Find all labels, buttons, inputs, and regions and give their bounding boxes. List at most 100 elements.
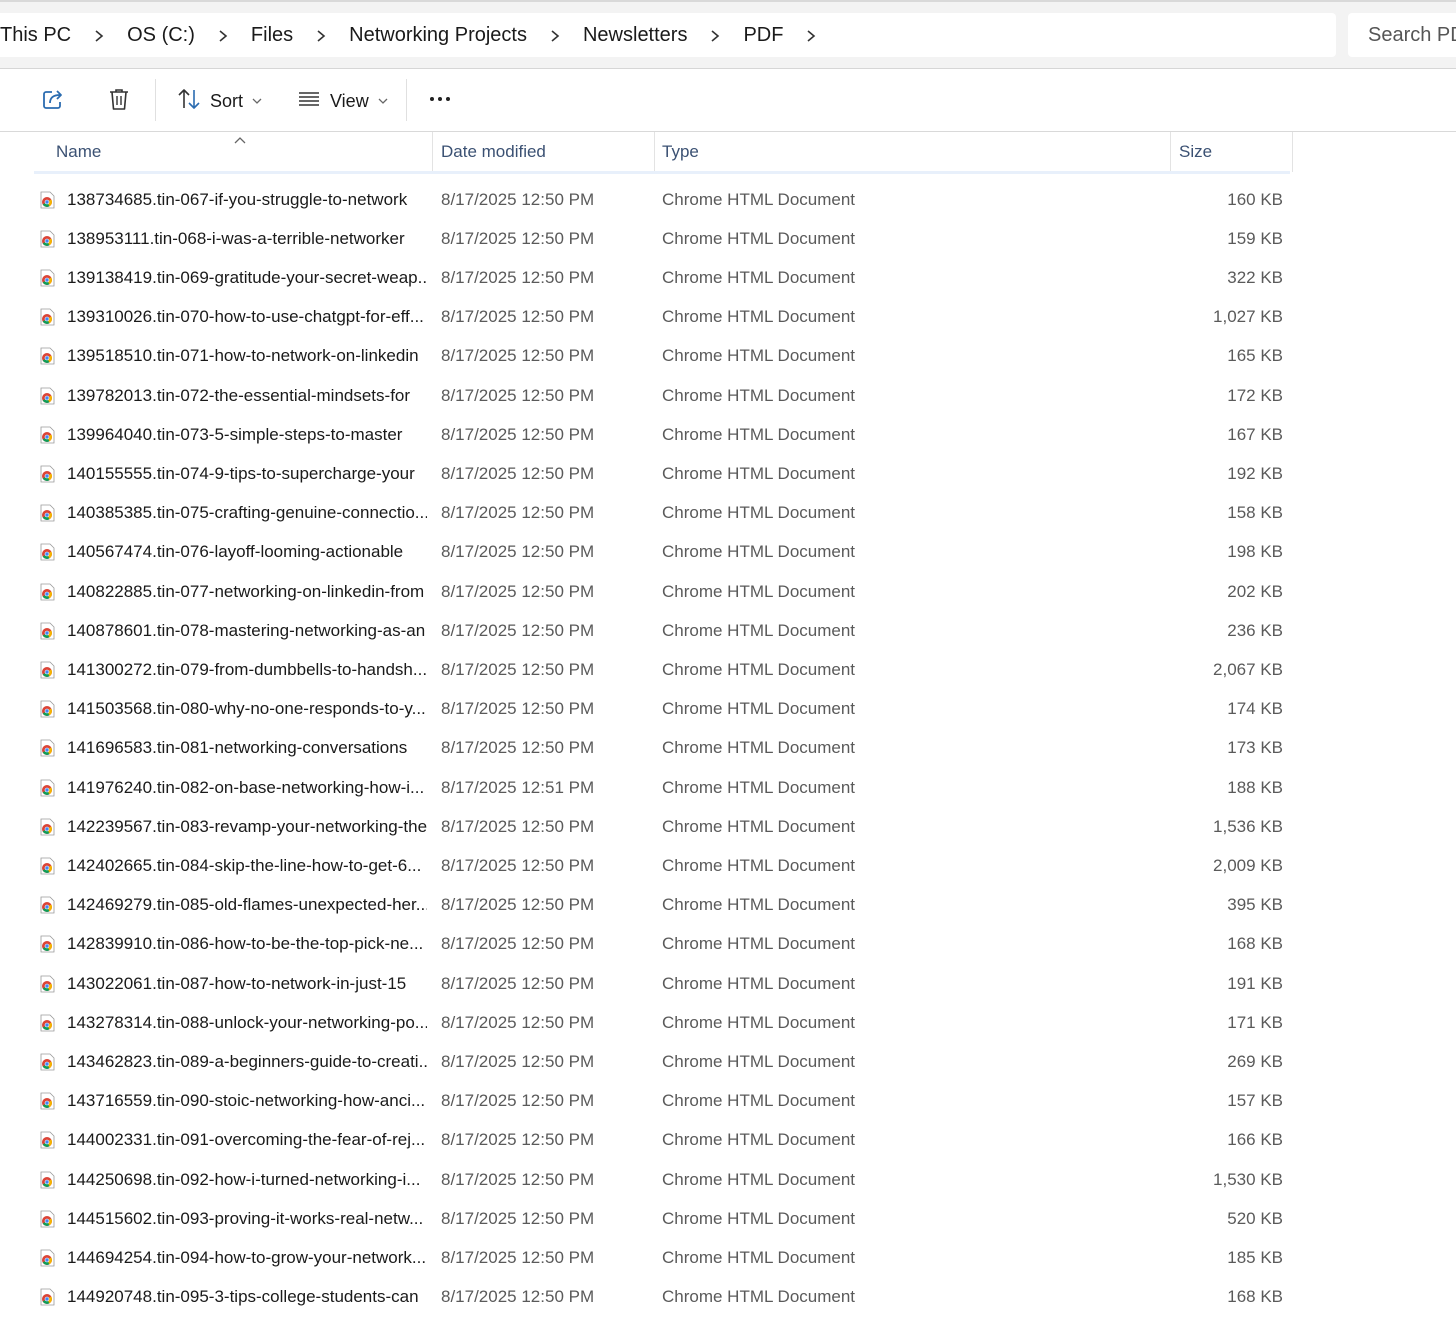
table-row[interactable]: 140878601.tin-078-mastering-networking-a… — [34, 611, 1290, 650]
table-row[interactable]: 139310026.tin-070-how-to-use-chatgpt-for… — [34, 298, 1290, 337]
table-row[interactable]: 139138419.tin-069-gratitude-your-secret-… — [34, 258, 1290, 297]
column-divider[interactable] — [1170, 132, 1171, 172]
trash-icon — [106, 86, 132, 117]
column-header-type[interactable]: Type — [662, 132, 699, 172]
file-date-modified: 8/17/2025 12:50 PM — [441, 307, 595, 327]
chevron-right-icon[interactable] — [687, 25, 743, 46]
table-row[interactable]: 144920748.tin-095-3-tips-college-student… — [34, 1278, 1290, 1317]
file-name: 139518510.tin-071-how-to-network-on-link… — [67, 346, 419, 366]
file-size: 157 KB — [1227, 1091, 1283, 1111]
share-button[interactable] — [40, 83, 66, 119]
file-name: 141503568.tin-080-why-no-one-responds-to… — [67, 699, 426, 719]
table-row[interactable]: 139782013.tin-072-the-essential-mindsets… — [34, 376, 1290, 415]
file-type: Chrome HTML Document — [662, 385, 856, 405]
table-row[interactable]: 138953111.tin-068-i-was-a-terrible-netwo… — [34, 219, 1290, 258]
file-list: Name Date modified Type Size 138734685.t… — [0, 132, 1456, 1344]
file-name: 141300272.tin-079-from-dumbbells-to-hand… — [67, 659, 427, 679]
table-row[interactable]: 140385385.tin-075-crafting-genuine-conne… — [34, 494, 1290, 533]
file-type: Chrome HTML Document — [662, 1012, 856, 1032]
table-row[interactable]: 142839910.tin-086-how-to-be-the-top-pick… — [34, 925, 1290, 964]
table-row[interactable]: 144694254.tin-094-how-to-grow-your-netwo… — [34, 1238, 1290, 1277]
table-row[interactable]: 140822885.tin-077-networking-on-linkedin… — [34, 572, 1290, 611]
breadcrumb-item[interactable]: Files — [251, 24, 293, 47]
chrome-html-file-icon — [38, 572, 60, 611]
chrome-html-file-icon — [38, 807, 60, 846]
chrome-html-file-icon — [38, 1199, 60, 1238]
file-name: 142239567.tin-083-revamp-your-networking… — [67, 816, 427, 836]
table-row[interactable]: 144250698.tin-092-how-i-turned-networkin… — [34, 1160, 1290, 1199]
chevron-right-icon[interactable] — [293, 25, 349, 46]
file-size: 168 KB — [1227, 1287, 1283, 1307]
chrome-html-file-icon — [38, 846, 60, 885]
table-row[interactable]: 142469279.tin-085-old-flames-unexpected-… — [34, 886, 1290, 925]
file-date-modified: 8/17/2025 12:50 PM — [441, 1287, 595, 1307]
file-type: Chrome HTML Document — [662, 855, 856, 875]
file-size: 520 KB — [1227, 1208, 1283, 1228]
chrome-html-file-icon — [38, 219, 60, 258]
breadcrumb-item[interactable]: Newsletters — [583, 24, 687, 47]
breadcrumb-item[interactable]: Networking Projects — [349, 24, 527, 47]
table-row[interactable]: 139518510.tin-071-how-to-network-on-link… — [34, 337, 1290, 376]
file-type: Chrome HTML Document — [662, 581, 856, 601]
chevron-right-icon[interactable] — [527, 25, 583, 46]
more-options-button[interactable] — [428, 83, 454, 119]
table-row[interactable]: 141300272.tin-079-from-dumbbells-to-hand… — [34, 650, 1290, 689]
file-type: Chrome HTML Document — [662, 267, 856, 287]
chevron-right-icon[interactable] — [71, 25, 127, 46]
file-size: 2,009 KB — [1213, 855, 1283, 875]
table-row[interactable]: 142402665.tin-084-skip-the-line-how-to-g… — [34, 846, 1290, 885]
table-row[interactable]: 140567474.tin-076-layoff-looming-actiona… — [34, 533, 1290, 572]
table-row[interactable]: 142239567.tin-083-revamp-your-networking… — [34, 807, 1290, 846]
column-divider[interactable] — [1292, 132, 1293, 172]
table-row[interactable]: 144002331.tin-091-overcoming-the-fear-of… — [34, 1121, 1290, 1160]
file-size: 171 KB — [1227, 1012, 1283, 1032]
file-date-modified: 8/17/2025 12:50 PM — [441, 503, 595, 523]
view-button[interactable]: View — [296, 83, 389, 119]
delete-button[interactable] — [106, 83, 132, 119]
table-row[interactable]: 140155555.tin-074-9-tips-to-supercharge-… — [34, 454, 1290, 493]
table-row[interactable]: 138734685.tin-067-if-you-struggle-to-net… — [34, 180, 1290, 219]
file-size: 160 KB — [1227, 189, 1283, 209]
chevron-right-icon[interactable] — [195, 25, 251, 46]
file-size: 198 KB — [1227, 542, 1283, 562]
column-header-date[interactable]: Date modified — [441, 132, 546, 172]
chevron-right-icon[interactable] — [783, 25, 839, 46]
sort-button[interactable]: Sort — [176, 83, 263, 119]
chrome-html-file-icon — [38, 337, 60, 376]
table-row[interactable]: 143022061.tin-087-how-to-network-in-just… — [34, 964, 1290, 1003]
breadcrumb-item[interactable]: This PC — [0, 24, 71, 47]
file-date-modified: 8/17/2025 12:50 PM — [441, 542, 595, 562]
share-icon — [40, 86, 66, 117]
column-divider[interactable] — [432, 132, 433, 172]
table-row[interactable]: 143278314.tin-088-unlock-your-networking… — [34, 1003, 1290, 1042]
table-row[interactable]: 141503568.tin-080-why-no-one-responds-to… — [34, 690, 1290, 729]
table-row[interactable]: 141976240.tin-082-on-base-networking-how… — [34, 768, 1290, 807]
breadcrumb-item[interactable]: OS (C:) — [127, 24, 195, 47]
file-date-modified: 8/17/2025 12:50 PM — [441, 1208, 595, 1228]
search-input[interactable]: Search PDF — [1348, 13, 1456, 57]
table-row[interactable]: 144515602.tin-093-proving-it-works-real-… — [34, 1199, 1290, 1238]
list-view-icon — [296, 86, 322, 117]
file-type: Chrome HTML Document — [662, 503, 856, 523]
file-date-modified: 8/17/2025 12:50 PM — [441, 424, 595, 444]
table-row[interactable]: 143462823.tin-089-a-beginners-guide-to-c… — [34, 1042, 1290, 1081]
file-date-modified: 8/17/2025 12:50 PM — [441, 895, 595, 915]
column-divider[interactable] — [654, 132, 655, 172]
table-row[interactable]: 141696583.tin-081-networking-conversatio… — [34, 729, 1290, 768]
file-type: Chrome HTML Document — [662, 424, 856, 444]
table-row[interactable]: 139964040.tin-073-5-simple-steps-to-mast… — [34, 415, 1290, 454]
chrome-html-file-icon — [38, 258, 60, 297]
file-size: 173 KB — [1227, 738, 1283, 758]
file-size: 236 KB — [1227, 620, 1283, 640]
column-header-name[interactable]: Name — [56, 132, 101, 172]
breadcrumb[interactable]: This PC OS (C:) Files Networking Projects Ne… — [0, 13, 1336, 57]
breadcrumb-item[interactable]: PDF — [743, 24, 783, 47]
chrome-html-file-icon — [38, 768, 60, 807]
column-header-size[interactable]: Size — [1179, 132, 1212, 172]
search-placeholder: Search PDF — [1368, 23, 1456, 46]
file-date-modified: 8/17/2025 12:50 PM — [441, 855, 595, 875]
chrome-html-file-icon — [38, 1278, 60, 1317]
file-type: Chrome HTML Document — [662, 1169, 856, 1189]
table-row[interactable]: 143716559.tin-090-stoic-networking-how-a… — [34, 1082, 1290, 1121]
file-name: 140878601.tin-078-mastering-networking-a… — [67, 620, 426, 640]
